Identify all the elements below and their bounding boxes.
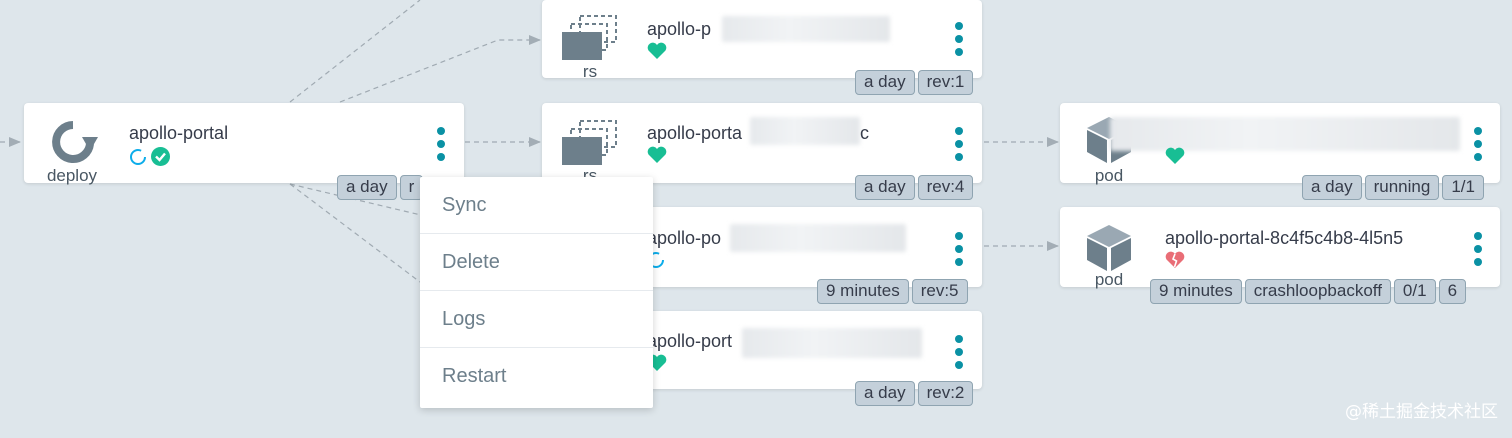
rs-tags: a day rev:1	[855, 70, 974, 95]
tag: a day	[337, 175, 397, 200]
kind-label: deploy	[46, 166, 98, 185]
pod-node[interactable]: pod a day running 1/1	[1060, 103, 1500, 200]
rs-node[interactable]: rs apollo-porta c a day rev:4	[542, 103, 982, 200]
check-circle-icon	[151, 147, 170, 166]
redacted-text	[750, 117, 860, 145]
tag: rev:5	[911, 279, 968, 304]
rs-name: apollo-port	[647, 331, 733, 351]
menu-item-restart[interactable]: Restart	[420, 348, 653, 405]
pod-menu-button[interactable]	[1472, 232, 1484, 266]
tag: a day	[855, 70, 915, 95]
stacked-layers-icon	[562, 15, 617, 60]
rs-status	[647, 42, 667, 60]
tag: a day	[1302, 175, 1362, 200]
tag: 6	[1438, 279, 1467, 304]
rs-name: apollo-porta	[647, 123, 743, 143]
broken-heart-icon	[1165, 251, 1185, 268]
kind-label: rs	[582, 62, 598, 81]
rs-menu-button[interactable]	[953, 22, 965, 56]
redacted-text	[1110, 117, 1460, 151]
rs-menu-button[interactable]	[953, 335, 965, 369]
tag: 9 minutes	[817, 279, 909, 304]
edge-deploy-rs1	[339, 35, 541, 103]
pod-tags: a day running 1/1	[1302, 175, 1484, 200]
deploy-node[interactable]: deploy apollo-portal a day r	[24, 103, 464, 200]
rs-node[interactable]: rs apollo-p a day rev:1	[542, 0, 982, 95]
menu-item-delete[interactable]: Delete	[420, 234, 653, 291]
heart-icon	[1165, 147, 1185, 164]
tag: 1/1	[1442, 175, 1484, 200]
kind-label: pod	[1094, 270, 1124, 289]
rs-menu-button[interactable]	[953, 232, 965, 266]
redacted-text	[730, 224, 906, 252]
rs-name: apollo-p	[647, 19, 712, 39]
pod-tags: 9 minutes crashloopbackoff 0/1 6	[1150, 279, 1467, 304]
pod-status	[1165, 251, 1185, 269]
circle-notch-icon	[130, 148, 146, 165]
rs-tags: a day rev:2	[855, 381, 974, 406]
deploy-status	[129, 147, 170, 166]
rs-name-suffix: c	[860, 123, 869, 143]
rs-menu-button[interactable]	[953, 127, 965, 161]
tag: a day	[855, 381, 915, 406]
edge-offscreen	[289, 0, 421, 103]
kind-label: pod	[1094, 166, 1124, 185]
heart-icon	[647, 146, 667, 163]
sync-arrow-icon	[52, 121, 98, 163]
cube-icon	[1087, 225, 1131, 271]
rs-tags: a day rev:4	[855, 175, 974, 200]
menu-item-logs[interactable]: Logs	[420, 291, 653, 348]
pod-menu-button[interactable]	[1472, 127, 1484, 161]
menu-item-sync[interactable]: Sync	[420, 177, 653, 234]
tag: rev:1	[917, 70, 974, 95]
tag: rev:4	[917, 175, 974, 200]
redacted-text	[742, 328, 922, 358]
tag: running	[1364, 175, 1440, 200]
deploy-tags: a day r	[337, 175, 424, 200]
heart-icon	[647, 42, 667, 59]
pod-name: apollo-portal-8c4f5c4b8-4l5n5	[1165, 228, 1404, 248]
deploy-name: apollo-portal	[129, 123, 229, 143]
rs-tags: 9 minutes rev:5	[817, 279, 968, 304]
watermark: @稀土掘金技术社区	[1345, 402, 1498, 422]
tag: a day	[855, 175, 915, 200]
stacked-layers-icon	[562, 120, 617, 165]
tag: rev:2	[917, 381, 974, 406]
rs-status	[647, 146, 667, 164]
tag: 9 minutes	[1150, 279, 1242, 304]
deploy-menu-button[interactable]	[435, 127, 447, 161]
tag: 0/1	[1393, 279, 1436, 304]
redacted-text	[722, 16, 890, 42]
pod-status	[1165, 147, 1185, 165]
tag: crashloopbackoff	[1244, 279, 1391, 304]
context-menu: Sync Delete Logs Restart	[420, 177, 653, 408]
pod-node[interactable]: pod apollo-portal-8c4f5c4b8-4l5n5 9 minu…	[1060, 207, 1500, 304]
rs-name: apollo-po	[647, 228, 722, 248]
